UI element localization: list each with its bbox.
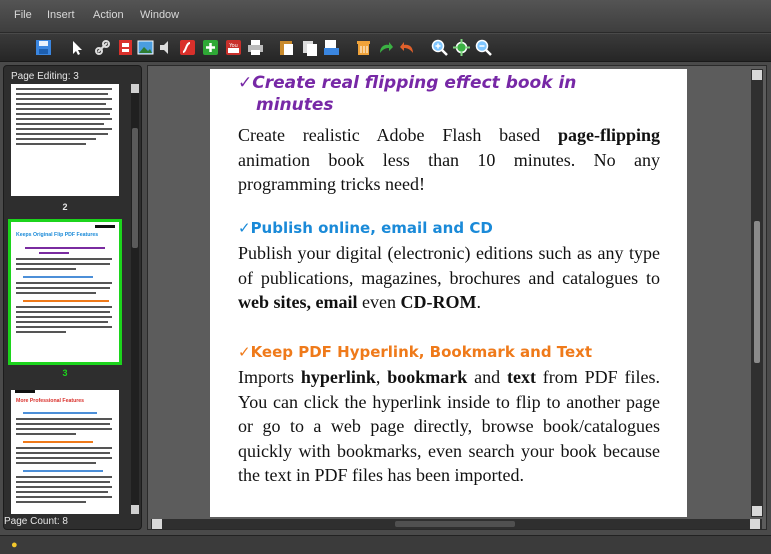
flash-icon[interactable] bbox=[178, 38, 197, 57]
video-icon[interactable] bbox=[116, 38, 135, 57]
scroll-up-arrow[interactable] bbox=[131, 84, 139, 93]
section-heading: ✓Create real flipping effect book in bbox=[238, 73, 577, 93]
toolbar: You bbox=[0, 34, 771, 62]
scroll-right-arrow[interactable] bbox=[750, 519, 760, 529]
scroll-down-arrow[interactable] bbox=[131, 505, 139, 514]
menu-bar: File Insert Action Window bbox=[0, 0, 771, 33]
thumbnail-page-3[interactable]: Keeps Original Flip PDF Features bbox=[8, 219, 122, 365]
page-count-label: Page Count: 8 bbox=[4, 516, 68, 527]
print-icon[interactable] bbox=[246, 38, 265, 57]
add-icon[interactable] bbox=[201, 38, 220, 57]
vertical-scrollbar[interactable] bbox=[751, 69, 763, 517]
redo-icon[interactable] bbox=[376, 38, 395, 57]
section-body: Publish your digital (electronic) editio… bbox=[238, 243, 660, 312]
copy-icon[interactable] bbox=[300, 38, 319, 57]
status-bar: ● bbox=[0, 535, 771, 554]
menu-file[interactable]: File bbox=[14, 9, 32, 21]
scrollbar-thumb[interactable] bbox=[754, 221, 760, 363]
link-icon[interactable] bbox=[93, 38, 112, 57]
thumbnail-list: 2 Keeps Original Flip PDF Features 3 Mor… bbox=[4, 84, 131, 514]
section-heading-cont: minutes bbox=[256, 95, 334, 115]
zoom-out-icon[interactable] bbox=[474, 38, 493, 57]
page-editing-label: Page Editing: 3 bbox=[11, 71, 79, 82]
menu-insert[interactable]: Insert bbox=[47, 9, 75, 21]
section-body: Create realistic Adobe Flash based page-… bbox=[238, 125, 660, 194]
thumbnail-title: More Professional Features bbox=[16, 398, 85, 404]
export-icon[interactable] bbox=[322, 38, 341, 57]
menu-action[interactable]: Action bbox=[93, 9, 124, 21]
section-heading: ✓Publish online, email and CD bbox=[238, 219, 493, 237]
thumbnail-page-number: 2 bbox=[62, 202, 68, 212]
scrollbar-thumb[interactable] bbox=[132, 128, 138, 248]
zoom-in-icon[interactable] bbox=[430, 38, 449, 57]
thumbnail-scrollbar[interactable] bbox=[131, 84, 139, 514]
thumbnail-title: Keeps Original Flip PDF Features bbox=[16, 232, 99, 238]
section-body: Imports hyperlink, bookmark and text fro… bbox=[238, 367, 661, 485]
scroll-up-arrow[interactable] bbox=[752, 70, 762, 80]
section-heading: ✓Keep PDF Hyperlink, Bookmark and Text bbox=[238, 343, 593, 361]
image-icon[interactable] bbox=[136, 38, 155, 57]
lightbulb-icon[interactable]: ● bbox=[11, 539, 18, 551]
fit-icon[interactable] bbox=[452, 38, 471, 57]
paste-icon[interactable] bbox=[277, 38, 296, 57]
page-canvas[interactable]: ✓Create real flipping effect book in min… bbox=[210, 69, 687, 517]
thumbnail-page-4[interactable]: More Professional Features bbox=[11, 390, 119, 514]
thumbnail-page-2[interactable] bbox=[11, 84, 119, 196]
page-editor: ✓Create real flipping effect book in min… bbox=[147, 65, 767, 530]
menu-window[interactable]: Window bbox=[140, 9, 179, 21]
scroll-down-arrow[interactable] bbox=[752, 506, 762, 516]
youtube-icon[interactable]: You bbox=[224, 38, 243, 57]
page-thumbnail-panel: Page Editing: 3 2 Keeps Original Flip PD… bbox=[3, 65, 142, 530]
cursor-icon[interactable] bbox=[67, 38, 86, 57]
horizontal-scrollbar[interactable] bbox=[151, 519, 762, 529]
save-icon[interactable] bbox=[34, 38, 53, 57]
sound-icon[interactable] bbox=[156, 38, 175, 57]
thumbnail-page-number: 3 bbox=[62, 368, 68, 378]
undo-icon[interactable] bbox=[398, 38, 417, 57]
scrollbar-thumb[interactable] bbox=[395, 521, 515, 527]
delete-icon[interactable] bbox=[354, 38, 373, 57]
scroll-left-arrow[interactable] bbox=[152, 519, 162, 529]
